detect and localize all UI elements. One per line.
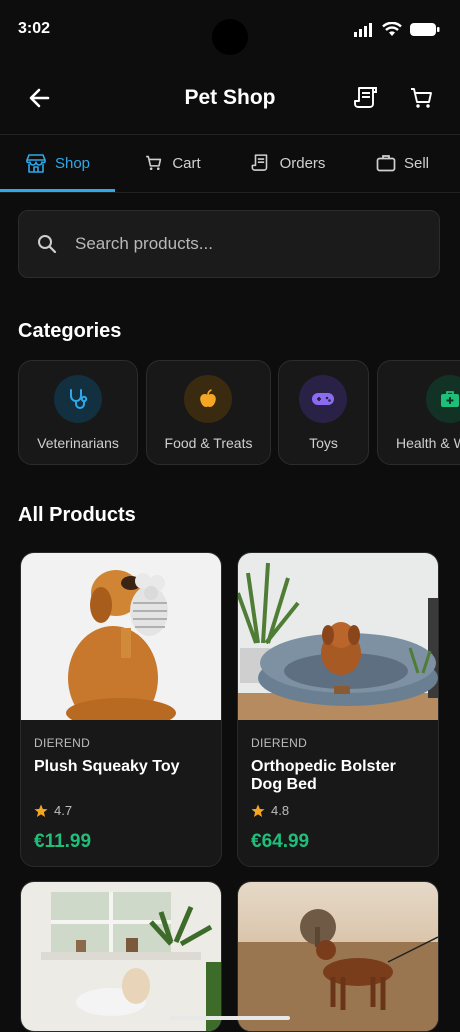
product-image-dog-field — [238, 882, 438, 1031]
product-image-dog-plants — [21, 882, 221, 1031]
tab-shop-label: Shop — [54, 154, 91, 172]
cart-icon — [146, 155, 162, 170]
category-food-treats[interactable]: Food & Treats — [146, 360, 271, 465]
signal-icon — [354, 22, 372, 37]
star-icon — [251, 804, 265, 817]
search-bar — [18, 210, 440, 278]
wifi-icon — [382, 22, 402, 36]
stethoscope-icon — [54, 375, 102, 423]
camera-notch — [212, 19, 248, 55]
category-label: Veterinarians — [37, 435, 119, 451]
status-icons — [354, 22, 440, 37]
product-brand: DIEREND — [251, 736, 308, 750]
tab-sell-label: Sell — [403, 154, 429, 172]
product-image-dog-bed — [238, 553, 438, 720]
search-icon — [38, 235, 57, 254]
receipt-icon[interactable] — [352, 84, 380, 112]
gamepad-icon — [299, 375, 347, 423]
status-bar: 3:02 — [0, 0, 460, 60]
search-input[interactable] — [73, 233, 407, 255]
status-time: 3:02 — [18, 20, 51, 37]
battery-icon — [410, 23, 440, 36]
all-products-heading: All Products — [18, 504, 136, 526]
tab-bar: Shop Cart Orders Sell — [0, 134, 460, 193]
category-label: Health & W — [396, 435, 460, 451]
category-health[interactable]: Health & W — [377, 360, 460, 465]
category-veterinarians[interactable]: Veterinarians — [18, 360, 138, 465]
tab-sell[interactable]: Sell — [345, 135, 460, 191]
categories-list: Veterinarians Food & Treats Toys Health … — [18, 360, 460, 465]
star-icon — [34, 804, 48, 817]
tab-shop[interactable]: Shop — [0, 135, 115, 192]
receipt-icon — [251, 154, 267, 171]
category-toys[interactable]: Toys — [278, 360, 369, 465]
category-label: Toys — [309, 435, 338, 451]
product-rating: 4.8 — [251, 803, 289, 818]
product-brand: DIEREND — [34, 736, 91, 750]
apple-icon — [184, 375, 232, 423]
cart-icon[interactable] — [408, 84, 436, 112]
product-rating: 4.7 — [34, 803, 72, 818]
product-card[interactable] — [20, 881, 222, 1032]
product-price: €64.99 — [251, 831, 310, 852]
store-icon — [26, 154, 46, 173]
tab-orders-label: Orders — [279, 154, 326, 172]
page-title: Pet Shop — [184, 86, 276, 109]
product-card[interactable] — [237, 881, 439, 1032]
product-image-dog-toy — [21, 553, 221, 720]
app-header: Pet Shop — [0, 60, 460, 134]
medkit-icon — [426, 375, 460, 423]
product-card[interactable]: DIEREND Plush Squeaky Toy 4.7 €11.99 — [20, 552, 222, 867]
category-label: Food & Treats — [164, 435, 253, 451]
tab-orders[interactable]: Orders — [230, 135, 345, 191]
tab-cart[interactable]: Cart — [115, 135, 230, 191]
rating-value: 4.7 — [54, 803, 73, 818]
tab-cart-label: Cart — [172, 154, 201, 172]
categories-heading: Categories — [18, 320, 122, 342]
product-name: Plush Squeaky Toy — [34, 758, 180, 775]
home-indicator[interactable] — [170, 1016, 290, 1020]
briefcase-icon — [376, 155, 396, 172]
product-name: Orthopedic Bolster Dog Bed — [251, 758, 396, 793]
product-price: €11.99 — [34, 831, 92, 852]
rating-value: 4.8 — [271, 803, 290, 818]
product-card[interactable]: DIEREND Orthopedic Bolster Dog Bed 4.8 €… — [237, 552, 439, 867]
